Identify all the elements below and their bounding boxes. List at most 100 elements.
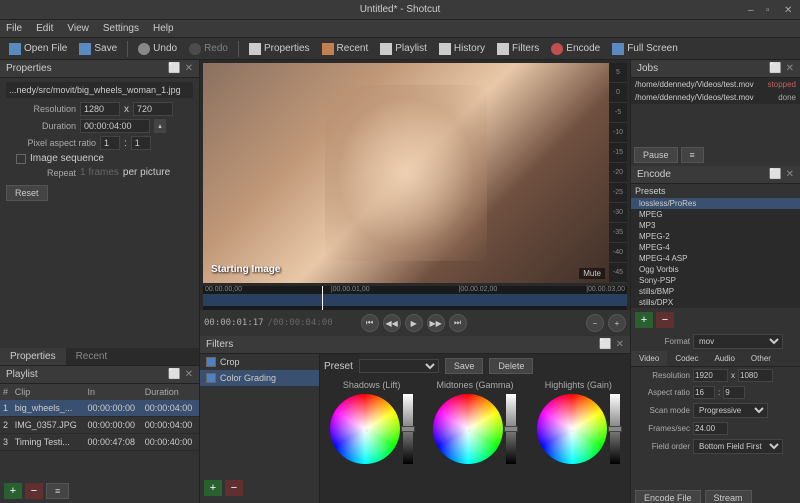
- skip-start-button[interactable]: ⏮: [361, 314, 379, 332]
- preset-item[interactable]: MPEG: [631, 209, 800, 220]
- save-button[interactable]: Save: [74, 41, 122, 57]
- par-a-input[interactable]: [100, 136, 120, 150]
- panel-close-icon[interactable]: ✕: [786, 169, 794, 180]
- preset-item[interactable]: MP3: [631, 220, 800, 231]
- preset-remove-button[interactable]: −: [656, 312, 674, 328]
- filters-button[interactable]: Filters: [492, 41, 544, 57]
- fullscreen-button[interactable]: Full Screen: [607, 41, 683, 57]
- preset-save-button[interactable]: Save: [445, 358, 484, 374]
- res-height-input[interactable]: [133, 102, 173, 116]
- filter-crop[interactable]: Crop: [200, 354, 319, 370]
- enc-tab-codec[interactable]: Codec: [667, 351, 706, 366]
- maximize-icon[interactable]: ▫: [766, 5, 776, 15]
- open-file-button[interactable]: Open File: [4, 41, 72, 57]
- undock-icon[interactable]: ⬜: [769, 169, 781, 180]
- checkbox-icon[interactable]: [206, 357, 216, 367]
- enc-aspect-a[interactable]: [693, 386, 715, 399]
- playlist-add-button[interactable]: +: [4, 483, 22, 499]
- jobs-menu-button[interactable]: ≡: [681, 147, 704, 163]
- panel-close-icon[interactable]: ✕: [786, 63, 794, 74]
- scan-mode-select[interactable]: Progressive: [693, 403, 768, 418]
- encode-button[interactable]: Encode: [546, 41, 605, 57]
- imgseq-checkbox[interactable]: [16, 154, 26, 164]
- undo-button[interactable]: Undo: [133, 41, 182, 57]
- preset-item[interactable]: Sony-PSP: [631, 275, 800, 286]
- duration-input[interactable]: [80, 119, 150, 133]
- preset-item[interactable]: lossless/ProRes: [631, 198, 800, 209]
- tab-properties[interactable]: Properties: [0, 348, 66, 365]
- enc-tab-audio[interactable]: Audio: [706, 351, 742, 366]
- close-icon[interactable]: ✕: [784, 5, 794, 15]
- minimize-icon[interactable]: –: [748, 5, 758, 15]
- field-order-select[interactable]: Bottom Field First: [693, 439, 783, 454]
- pause-button[interactable]: Pause: [634, 147, 678, 163]
- zoom-in-button[interactable]: +: [608, 314, 626, 332]
- preset-item[interactable]: MPEG-4 ASP: [631, 253, 800, 264]
- properties-button[interactable]: Properties: [244, 41, 315, 57]
- enc-height-input[interactable]: [738, 369, 773, 382]
- tab-recent[interactable]: Recent: [66, 348, 118, 365]
- job-row[interactable]: /home/ddennedy/Videos/test.movstopped: [631, 78, 800, 91]
- preset-add-button[interactable]: +: [635, 312, 653, 328]
- panel-close-icon[interactable]: ✕: [185, 63, 193, 74]
- undock-icon[interactable]: ⬜: [168, 369, 180, 380]
- play-button[interactable]: ▶: [405, 314, 423, 332]
- enc-tab-video[interactable]: Video: [631, 351, 667, 366]
- shadows-wheel[interactable]: [330, 394, 400, 464]
- filter-add-button[interactable]: +: [204, 480, 222, 496]
- playlist-menu-button[interactable]: ≡: [46, 483, 69, 499]
- zoom-out-button[interactable]: −: [586, 314, 604, 332]
- rewind-button[interactable]: ◀◀: [383, 314, 401, 332]
- skip-end-button[interactable]: ⏭: [449, 314, 467, 332]
- duration-up[interactable]: ▴: [154, 119, 166, 133]
- panel-close-icon[interactable]: ✕: [616, 339, 624, 350]
- table-row[interactable]: 2IMG_0357.JPG00:00:00:0000:00:04:00: [0, 416, 199, 433]
- table-row[interactable]: 3Timing Testi...00:00:47:0800:00:40:00: [0, 433, 199, 450]
- menu-settings[interactable]: Settings: [103, 23, 139, 34]
- enc-tab-other[interactable]: Other: [743, 351, 779, 366]
- preset-select[interactable]: [359, 359, 439, 373]
- preset-item[interactable]: stills/DPX: [631, 297, 800, 308]
- encode-file-button[interactable]: Encode File: [635, 490, 701, 503]
- forward-button[interactable]: ▶▶: [427, 314, 445, 332]
- enc-width-input[interactable]: [693, 369, 728, 382]
- timeline[interactable]: 00.00.00,00|00.00.01,00|00.00.02,00|00.0…: [203, 286, 627, 310]
- preset-item[interactable]: stills/BMP: [631, 286, 800, 297]
- table-row[interactable]: 1big_wheels_...00:00:00:0000:00:04:00: [0, 400, 199, 417]
- filter-color-grading[interactable]: Color Grading: [200, 370, 319, 386]
- preset-item[interactable]: MPEG-4: [631, 242, 800, 253]
- midtones-slider[interactable]: [506, 394, 516, 464]
- format-select[interactable]: mov: [693, 334, 783, 349]
- shadows-slider[interactable]: [403, 394, 413, 464]
- panel-close-icon[interactable]: ✕: [185, 369, 193, 380]
- midtones-wheel[interactable]: [433, 394, 503, 464]
- playhead[interactable]: [322, 286, 323, 310]
- res-width-input[interactable]: [80, 102, 120, 116]
- preset-delete-button[interactable]: Delete: [489, 358, 533, 374]
- highlights-wheel[interactable]: [537, 394, 607, 464]
- menu-view[interactable]: View: [67, 23, 89, 34]
- menu-edit[interactable]: Edit: [36, 23, 53, 34]
- undock-icon[interactable]: ⬜: [599, 339, 611, 350]
- undock-icon[interactable]: ⬜: [769, 63, 781, 74]
- encode-preset-list[interactable]: lossless/ProRes MPEG MP3 MPEG-2 MPEG-4 M…: [631, 198, 800, 308]
- menu-file[interactable]: File: [6, 23, 22, 34]
- reset-button[interactable]: Reset: [6, 185, 48, 201]
- playlist-button[interactable]: Playlist: [375, 41, 432, 57]
- redo-button[interactable]: Redo: [184, 41, 233, 57]
- enc-aspect-b[interactable]: [723, 386, 745, 399]
- preview-image[interactable]: Starting Image Mute: [203, 63, 609, 283]
- undock-icon[interactable]: ⬜: [168, 63, 180, 74]
- preset-item[interactable]: MPEG-2: [631, 231, 800, 242]
- playlist-remove-button[interactable]: −: [25, 483, 43, 499]
- par-b-input[interactable]: [131, 136, 151, 150]
- preset-item[interactable]: Ogg Vorbis: [631, 264, 800, 275]
- checkbox-icon[interactable]: [206, 373, 216, 383]
- mute-button[interactable]: Mute: [579, 268, 605, 279]
- stream-button[interactable]: Stream: [705, 490, 752, 503]
- history-button[interactable]: History: [434, 41, 490, 57]
- filter-remove-button[interactable]: −: [225, 480, 243, 496]
- job-row[interactable]: /home/ddennedy/Videos/test.movdone: [631, 91, 800, 104]
- fps-input[interactable]: [693, 422, 728, 435]
- menu-help[interactable]: Help: [153, 23, 174, 34]
